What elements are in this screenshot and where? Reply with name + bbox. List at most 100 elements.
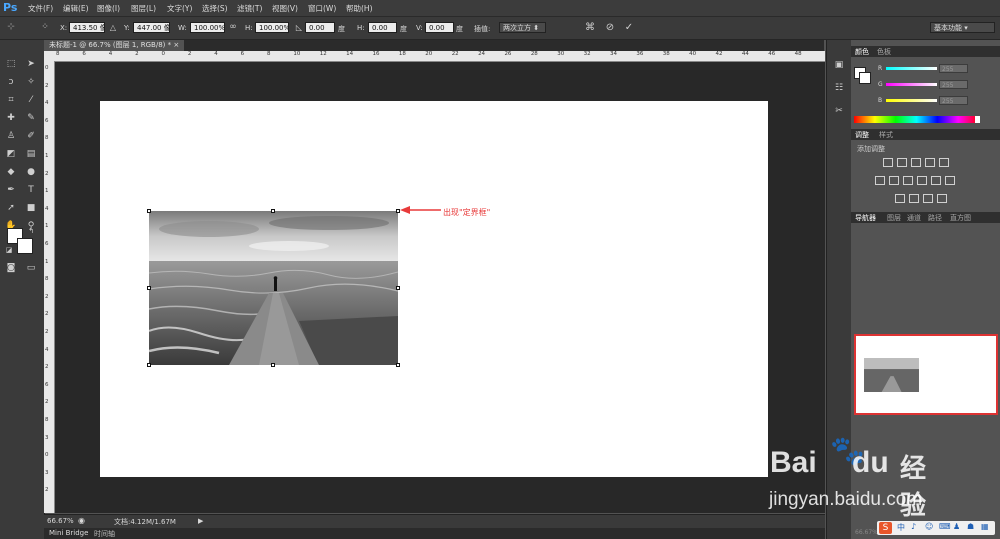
dodge-tool-icon[interactable]: ● <box>24 166 38 179</box>
menu-item-1[interactable]: 编辑(E) <box>63 3 89 14</box>
interpolation-select[interactable]: 两次立方 ⬍ <box>499 22 546 33</box>
status-menu-icon[interactable]: ▶ <box>198 517 203 525</box>
healing-brush-icon[interactable]: ✚ <box>4 112 18 125</box>
transform-handle-right[interactable] <box>396 286 400 290</box>
pen-tool-icon[interactable]: ✒ <box>4 184 18 197</box>
spectrum-white[interactable] <box>975 116 980 123</box>
lasso-tool-icon[interactable]: ↄ <box>4 76 18 89</box>
adjustment-icon[interactable] <box>937 194 947 203</box>
blur-tool-icon[interactable]: ◆ <box>4 166 18 179</box>
tab-mini-bridge[interactable]: Mini Bridge <box>49 529 88 537</box>
transform-handle-left[interactable] <box>147 286 151 290</box>
menu-item-4[interactable]: 文字(Y) <box>167 3 192 14</box>
tab-paths[interactable]: 路径 <box>928 213 942 223</box>
delta-icon[interactable]: △ <box>106 21 120 34</box>
adjustment-icon[interactable] <box>909 194 919 203</box>
adjustment-icon[interactable] <box>917 176 927 185</box>
brush-tool-icon[interactable]: ✎ <box>24 112 38 125</box>
status-info-icon[interactable]: ◉ <box>78 516 85 525</box>
menu-item-8[interactable]: 窗口(W) <box>308 3 336 14</box>
tools-preset-icon[interactable]: ✂ <box>832 105 846 118</box>
height-field[interactable]: 100.00% <box>255 22 289 33</box>
ime-item[interactable]: ☗ <box>967 522 974 531</box>
menu-item-7[interactable]: 视图(V) <box>272 3 298 14</box>
transform-handle-bottom[interactable] <box>271 363 275 367</box>
adjustment-icon[interactable] <box>889 176 899 185</box>
cancel-transform-icon[interactable]: ⊘ <box>603 21 617 34</box>
path-select-icon[interactable]: ➚ <box>4 202 18 215</box>
angle-field[interactable]: 0.00 <box>305 22 335 33</box>
reference-point-icon[interactable]: ⁘ <box>38 21 52 34</box>
tab-layers[interactable]: 图层 <box>887 213 901 223</box>
move-tool-icon[interactable]: ➤ <box>24 58 38 71</box>
rectangle-tool-icon[interactable]: ■ <box>24 202 38 215</box>
type-tool-icon[interactable]: T <box>24 184 38 197</box>
navigator-preview[interactable] <box>854 334 998 415</box>
g-value[interactable]: 255 <box>939 80 968 89</box>
quick-mask-icon[interactable]: ◙ <box>4 262 18 275</box>
background-color-swatch[interactable] <box>17 238 33 254</box>
tab-timeline[interactable]: 时间轴 <box>94 529 115 539</box>
screen-mode-icon[interactable]: ▭ <box>24 262 38 275</box>
stamp-tool-icon[interactable]: ♙ <box>4 130 18 143</box>
ime-item[interactable]: ⌨ <box>939 522 951 531</box>
adjustment-icon[interactable] <box>945 176 955 185</box>
tab-swatches[interactable]: 色板 <box>877 47 891 57</box>
adjustment-icon[interactable] <box>939 158 949 167</box>
transform-handle-bottom-right[interactable] <box>396 363 400 367</box>
document-tab[interactable]: 未标题-1 @ 66.7% (图层 1, RGB/8) * × <box>44 40 184 51</box>
color-spectrum[interactable] <box>854 116 979 123</box>
ime-item[interactable]: ▦ <box>981 522 989 531</box>
r-slider[interactable] <box>886 67 937 70</box>
r-value[interactable]: 255 <box>939 64 968 73</box>
b-slider[interactable] <box>886 99 937 102</box>
swap-colors-icon[interactable]: ↰ <box>24 225 38 238</box>
transform-handle-top-left[interactable] <box>147 209 151 213</box>
default-colors-icon[interactable]: ◪ <box>2 244 16 257</box>
x-field[interactable]: 413.50 像 <box>69 22 105 33</box>
g-slider[interactable] <box>886 83 937 86</box>
adjustment-icon[interactable] <box>925 158 935 167</box>
warp-icon[interactable]: ⌘ <box>583 21 597 34</box>
adjustment-icon[interactable] <box>883 158 893 167</box>
photo-layer[interactable] <box>149 211 398 365</box>
navigator-zoom[interactable]: 66.67% <box>855 529 878 536</box>
tab-navigator[interactable]: 导航器 <box>855 213 876 223</box>
adjustment-icon[interactable] <box>931 176 941 185</box>
menu-item-2[interactable]: 图像(I) <box>97 3 120 14</box>
eraser-tool-icon[interactable]: ◩ <box>4 148 18 161</box>
adjustment-icon[interactable] <box>903 176 913 185</box>
zoom-level[interactable]: 66.67% <box>47 517 74 525</box>
ime-item[interactable]: ☺ <box>925 522 933 531</box>
adjustment-icon[interactable] <box>923 194 933 203</box>
gradient-tool-icon[interactable]: ▤ <box>24 148 38 161</box>
vskew-field[interactable]: 0.00 <box>425 22 454 33</box>
ime-item[interactable]: ♪ <box>911 522 916 531</box>
close-icon[interactable]: × <box>173 41 179 49</box>
adjustment-icon[interactable] <box>911 158 921 167</box>
menu-item-0[interactable]: 文件(F) <box>28 3 53 14</box>
y-field[interactable]: 447.00 像 <box>133 22 170 33</box>
menu-item-9[interactable]: 帮助(H) <box>346 3 373 14</box>
properties-panel-icon[interactable]: ☷ <box>832 82 846 95</box>
history-brush-icon[interactable]: ✐ <box>24 130 38 143</box>
tab-color[interactable]: 颜色 <box>855 47 869 57</box>
magic-wand-icon[interactable]: ✧ <box>24 76 38 89</box>
crop-tool-icon[interactable]: ⌗ <box>4 94 18 107</box>
ime-item[interactable]: ♟ <box>953 522 960 531</box>
tab-styles[interactable]: 样式 <box>879 130 893 140</box>
commit-transform-icon[interactable]: ✓ <box>622 21 636 34</box>
width-field[interactable]: 100.00% <box>190 22 225 33</box>
menu-item-5[interactable]: 选择(S) <box>202 3 228 14</box>
bg-color-chip[interactable] <box>859 72 871 84</box>
ime-item[interactable]: 中 <box>897 522 905 533</box>
adjustment-icon[interactable] <box>897 158 907 167</box>
adjustment-icon[interactable] <box>895 194 905 203</box>
b-value[interactable]: 255 <box>939 96 968 105</box>
menu-item-6[interactable]: 滤镜(T) <box>237 3 262 14</box>
menu-item-3[interactable]: 图层(L) <box>131 3 156 14</box>
marquee-tool-icon[interactable]: ⬚ <box>4 58 18 71</box>
transform-handle-top[interactable] <box>271 209 275 213</box>
workspace-select[interactable]: 基本功能 ▾ <box>930 22 995 33</box>
history-panel-icon[interactable]: ▣ <box>832 59 846 72</box>
